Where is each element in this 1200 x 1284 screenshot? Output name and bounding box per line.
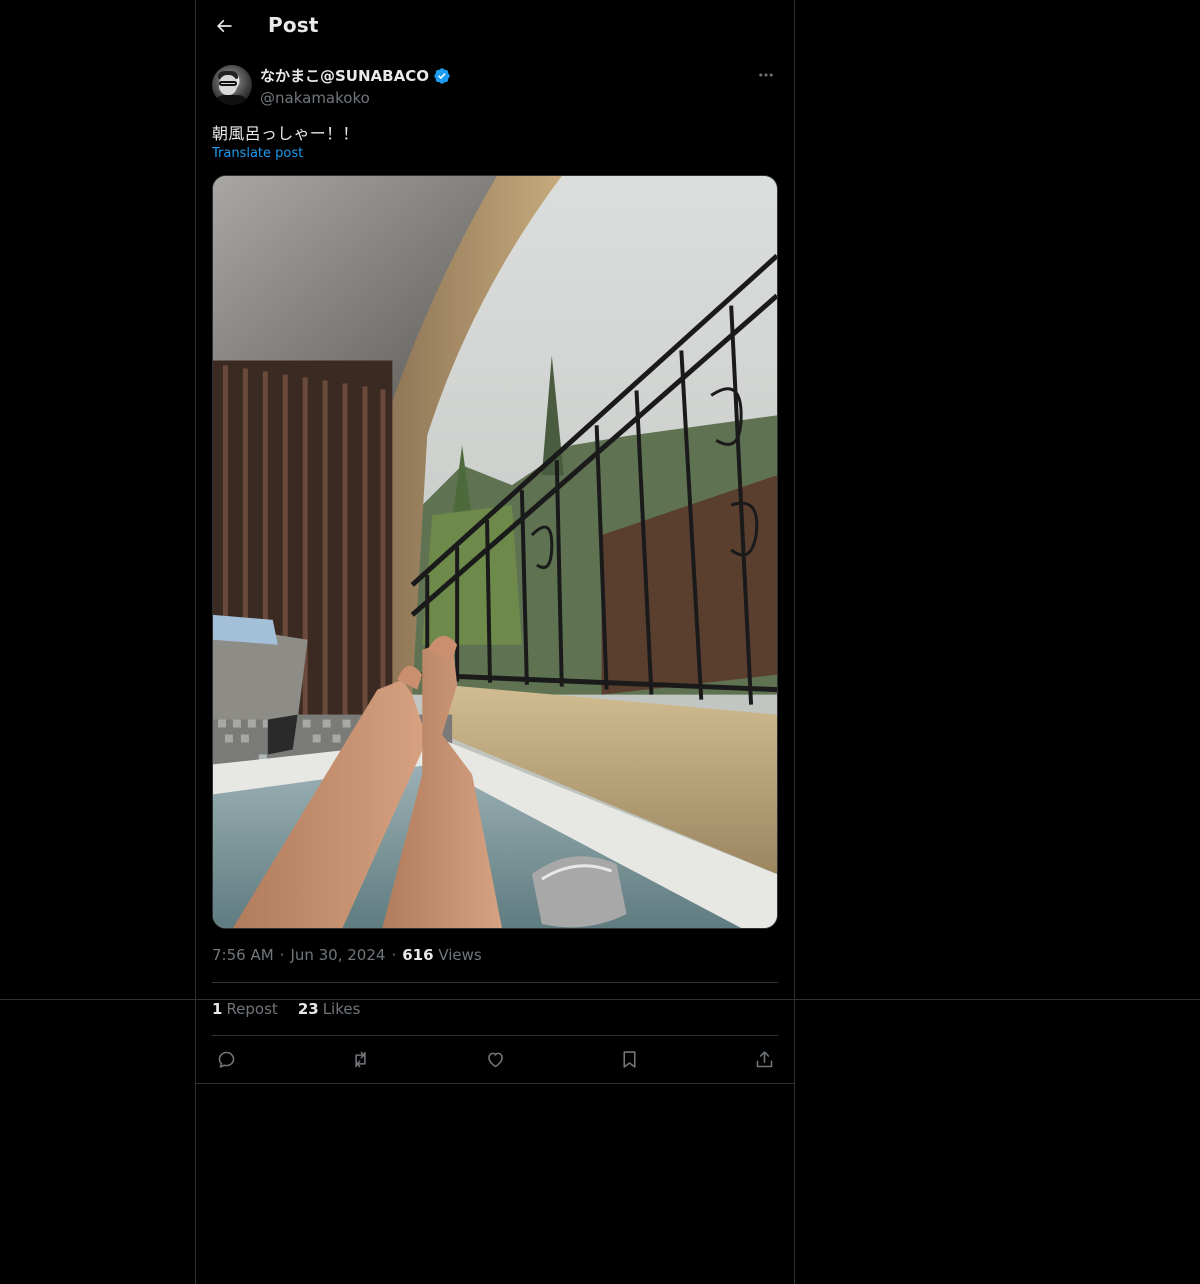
post-date[interactable]: Jun 30, 2024 bbox=[290, 946, 385, 964]
reply-button[interactable] bbox=[212, 1045, 240, 1073]
post-column: Post なかまこ@SUNABACO @nakamakoko 朝風呂っしゃー！！… bbox=[196, 0, 794, 1084]
views-count: 616 bbox=[402, 946, 434, 964]
column-border-right bbox=[794, 0, 795, 1284]
reposts-stat[interactable]: 1 Repost bbox=[212, 1000, 278, 1018]
bookmark-icon bbox=[623, 1050, 636, 1068]
display-name[interactable]: なかまこ@SUNABACO bbox=[260, 65, 429, 86]
share-button[interactable] bbox=[750, 1045, 778, 1073]
more-dots-icon bbox=[759, 73, 773, 77]
heart-icon bbox=[487, 1052, 503, 1067]
avatar[interactable] bbox=[212, 65, 252, 105]
views-label: Views bbox=[438, 946, 482, 964]
back-button[interactable] bbox=[208, 10, 240, 42]
reposts-count: 1 bbox=[212, 1000, 223, 1018]
likes-stat[interactable]: 23 Likes bbox=[298, 1000, 361, 1018]
header: Post bbox=[196, 0, 794, 54]
bookmark-button[interactable] bbox=[616, 1045, 644, 1073]
meta-separator-2: · bbox=[391, 946, 397, 964]
divider bbox=[212, 1035, 778, 1036]
bath-balcony-photo bbox=[213, 176, 777, 928]
display-name-row[interactable]: なかまこ@SUNABACO bbox=[260, 65, 451, 86]
divider bbox=[196, 1083, 794, 1084]
post-meta: 7:56 AM · Jun 30, 2024 · 616 Views bbox=[212, 946, 482, 964]
meta-separator: · bbox=[279, 946, 285, 964]
page-title: Post bbox=[268, 13, 319, 37]
repost-icon bbox=[355, 1051, 366, 1067]
column-border-left bbox=[195, 0, 196, 1284]
post-time[interactable]: 7:56 AM bbox=[212, 946, 274, 964]
like-button[interactable] bbox=[481, 1045, 509, 1073]
author-names: なかまこ@SUNABACO @nakamakoko bbox=[260, 65, 451, 107]
post-photo[interactable] bbox=[212, 175, 778, 929]
horizontal-rule bbox=[0, 999, 1200, 1000]
share-icon bbox=[756, 1050, 772, 1067]
more-options-button[interactable] bbox=[754, 63, 778, 87]
translate-post-link[interactable]: Translate post bbox=[212, 146, 303, 161]
post-text: 朝風呂っしゃー！！ bbox=[212, 124, 359, 143]
divider bbox=[212, 982, 778, 983]
likes-count: 23 bbox=[297, 1000, 319, 1018]
post-author: なかまこ@SUNABACO @nakamakoko bbox=[212, 63, 778, 107]
repost-button[interactable] bbox=[347, 1045, 375, 1073]
page: Post なかまこ@SUNABACO @nakamakoko 朝風呂っしゃー！！… bbox=[0, 0, 1200, 1284]
reply-icon bbox=[218, 1051, 234, 1068]
verified-badge-icon bbox=[434, 67, 450, 84]
post-stats: 1 Repost 23 Likes bbox=[212, 1000, 360, 1018]
action-bar bbox=[212, 1045, 778, 1073]
likes-label: Likes bbox=[322, 1000, 361, 1018]
reposts-label: Repost bbox=[226, 1000, 278, 1018]
arrow-left-icon bbox=[216, 19, 232, 33]
handle[interactable]: @nakamakoko bbox=[260, 89, 451, 107]
